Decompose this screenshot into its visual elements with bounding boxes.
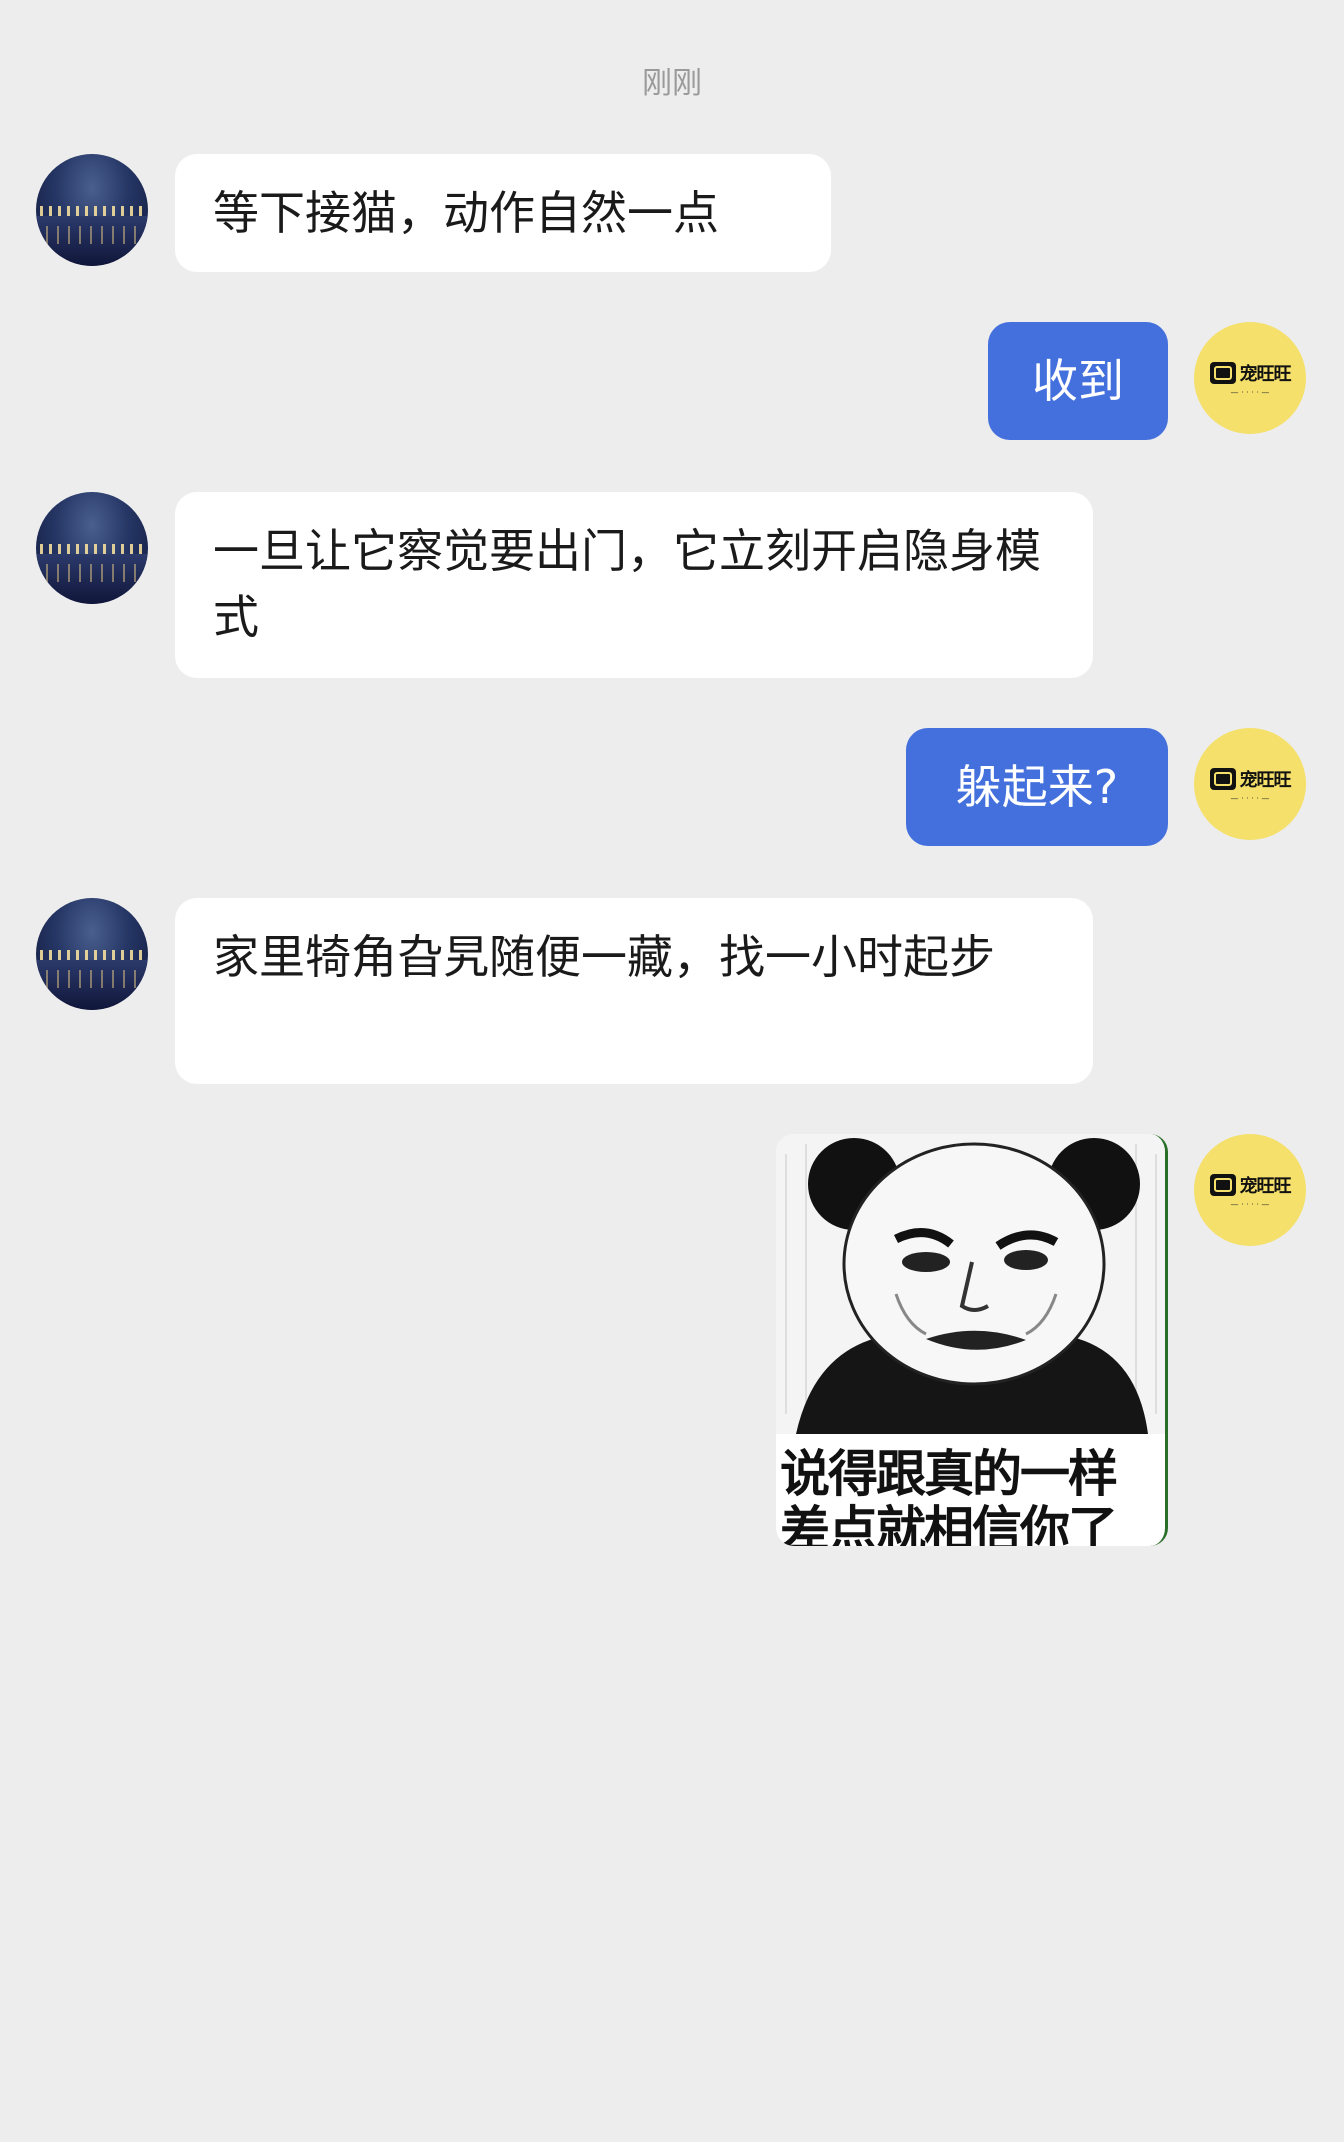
self-avatar[interactable]: 宠旺旺 — · · · · — <box>1194 728 1306 840</box>
cake-icon <box>1209 1173 1236 1196</box>
sticker-caption-line2: 差点就相信你了 <box>780 1501 1118 1546</box>
friend-avatar[interactable] <box>36 154 148 266</box>
cake-icon <box>1209 767 1236 790</box>
sticker-message[interactable]: 说得跟真的一样 差点就相信你了 <box>776 1134 1168 1546</box>
message-timestamp: 刚刚 <box>642 66 702 101</box>
self-avatar[interactable]: 宠旺旺 — · · · · — <box>1194 322 1306 434</box>
incoming-message-bubble[interactable]: 家里犄角旮旯随便一藏，找一小时起步 <box>175 898 1093 1084</box>
cake-icon <box>1209 361 1236 384</box>
outgoing-message-bubble[interactable]: 躲起来? <box>906 728 1168 846</box>
incoming-message-bubble[interactable]: 一旦让它察觉要出门，它立刻开启隐身模式 <box>175 492 1093 678</box>
self-avatar[interactable]: 宠旺旺 — · · · · — <box>1194 1134 1306 1246</box>
friend-avatar[interactable] <box>36 492 148 604</box>
panda-meme-image <box>776 1134 1165 1434</box>
outgoing-message-bubble[interactable]: 收到 <box>988 322 1168 440</box>
incoming-message-bubble[interactable]: 等下接猫，动作自然一点 <box>175 154 831 272</box>
friend-avatar[interactable] <box>36 898 148 1010</box>
